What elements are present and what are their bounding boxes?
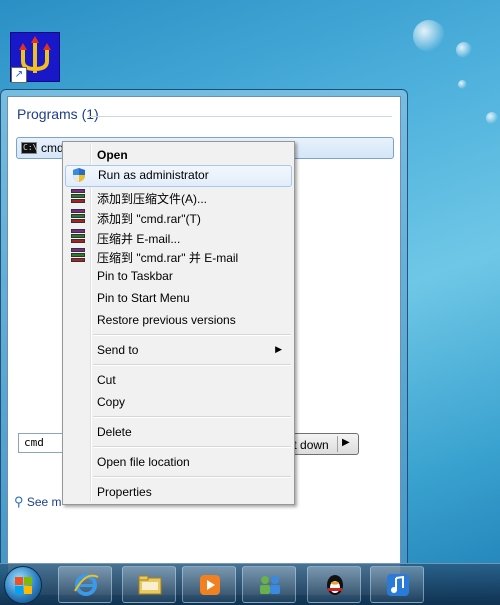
menu-item-pin-to-start-menu[interactable]: Pin to Start Menu <box>65 288 292 308</box>
menu-item-open[interactable]: Open <box>65 145 292 165</box>
taskbar-qq[interactable] <box>307 566 361 603</box>
menu-item-label: Restore previous versions <box>97 313 236 327</box>
taskbar-music[interactable] <box>370 566 424 603</box>
desktop-bubble <box>413 20 445 52</box>
desktop-bubble <box>486 112 498 124</box>
shortcut-arrow-icon: ↗ <box>11 67 27 83</box>
menu-item-compress-and-email[interactable]: 压缩并 E-mail... <box>65 227 292 247</box>
music-note-icon <box>387 574 409 596</box>
shutdown-options-arrow-icon[interactable]: ▶ <box>342 437 350 448</box>
desktop-bubble <box>458 80 467 89</box>
program-item-label: cmd <box>41 141 64 155</box>
menu-item-add-to-archive[interactable]: 添加到压缩文件(A)... <box>65 187 292 207</box>
menu-separator <box>93 476 291 478</box>
cmd-icon: C:\ <box>21 142 38 154</box>
submenu-arrow-icon: ▶ <box>275 344 282 354</box>
menu-item-copy[interactable]: Copy <box>65 392 292 412</box>
winrar-icon <box>71 248 87 264</box>
taskbar-internet-explorer[interactable] <box>58 566 112 603</box>
menu-item-label: Run as administrator <box>98 168 209 182</box>
see-more-label: See m <box>26 495 62 509</box>
menu-separator <box>93 446 291 448</box>
menu-item-pin-to-taskbar[interactable]: Pin to Taskbar <box>65 266 292 286</box>
menu-item-properties[interactable]: Properties <box>65 482 292 502</box>
taskbar <box>0 563 500 605</box>
qq-penguin-icon <box>327 575 343 595</box>
menu-item-label: Pin to Start Menu <box>97 291 190 305</box>
menu-item-label: Cut <box>97 373 116 387</box>
menu-item-label: 压缩到 "cmd.rar" 并 E-mail <box>97 251 239 265</box>
uac-shield-icon <box>71 167 87 183</box>
menu-item-cut[interactable]: Cut <box>65 370 292 390</box>
network-meeting-icon <box>260 576 280 594</box>
menu-item-restore-previous-versions[interactable]: Restore previous versions <box>65 310 292 330</box>
desktop-shortcut[interactable]: ↗ <box>10 32 60 92</box>
menu-item-label: 添加到压缩文件(A)... <box>97 192 207 206</box>
taskbar-file-explorer[interactable] <box>122 566 176 603</box>
taskbar-media-player[interactable] <box>182 566 236 603</box>
menu-item-label: Open file location <box>97 455 190 469</box>
menu-item-open-file-location[interactable]: Open file location <box>65 452 292 472</box>
desktop-bubble <box>456 42 472 58</box>
windows-orb-icon[interactable] <box>4 566 42 604</box>
programs-divider <box>88 116 392 117</box>
taskbar-network-meeting[interactable] <box>242 566 296 603</box>
menu-item-send-to[interactable]: Send to ▶ <box>65 340 292 360</box>
search-icon: ⚲ <box>14 494 24 509</box>
menu-item-label: Delete <box>97 425 132 439</box>
programs-header: Programs (1) <box>17 106 99 122</box>
menu-separator <box>93 364 291 366</box>
trident-app-icon: ↗ <box>10 32 60 83</box>
see-more-results-link[interactable]: ⚲ See m <box>14 494 62 510</box>
windows-flag-icon <box>15 577 33 595</box>
menu-item-label: Properties <box>97 485 152 499</box>
menu-separator <box>93 416 291 418</box>
winrar-icon <box>71 229 87 245</box>
menu-item-compress-to-cmd-rar-and-email[interactable]: 压缩到 "cmd.rar" 并 E-mail <box>65 246 292 266</box>
file-explorer-icon <box>138 575 162 595</box>
menu-item-add-to-cmd-rar[interactable]: 添加到 "cmd.rar"(T) <box>65 207 292 227</box>
winrar-icon <box>71 209 87 225</box>
menu-item-run-as-administrator[interactable]: Run as administrator <box>65 165 292 187</box>
menu-item-label: Send to <box>97 343 139 357</box>
shutdown-divider <box>337 436 338 452</box>
menu-item-label: 压缩并 E-mail... <box>97 232 181 246</box>
menu-item-label: 添加到 "cmd.rar"(T) <box>97 212 201 226</box>
winrar-icon <box>71 189 87 205</box>
internet-explorer-icon <box>74 574 99 596</box>
menu-item-label: Open <box>97 148 128 162</box>
context-menu: Open Run as administrator 添加到压缩文件(A)... … <box>62 141 295 505</box>
menu-item-label: Pin to Taskbar <box>97 269 173 283</box>
menu-separator <box>93 334 291 336</box>
menu-item-label: Copy <box>97 395 126 409</box>
media-player-icon <box>200 575 220 595</box>
menu-item-delete[interactable]: Delete <box>65 422 292 442</box>
